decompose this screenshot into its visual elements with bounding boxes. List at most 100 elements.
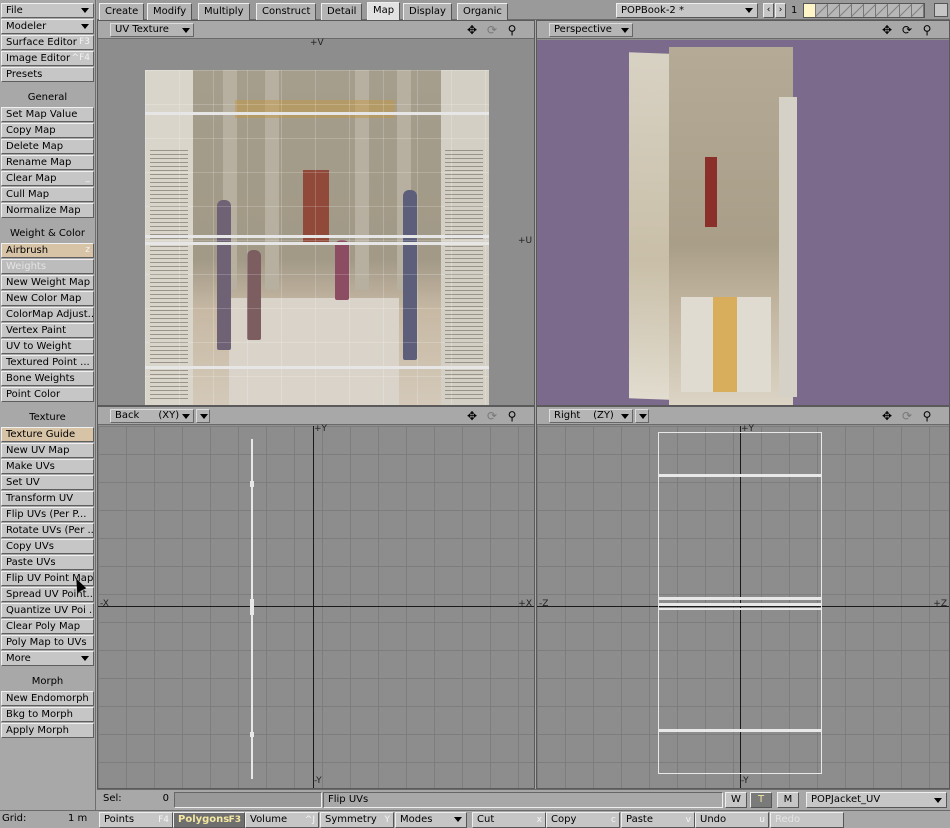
clear-map-button[interactable]: Clear Map _ <box>1 171 94 186</box>
paste-button[interactable]: Paste v <box>621 812 695 828</box>
flip-uvs-per-poly-button[interactable]: Flip UVs (Per P... <box>1 507 94 522</box>
tab-modify[interactable]: Modify <box>147 3 193 20</box>
transform-uv-button[interactable]: Transform UV <box>1 491 94 506</box>
uv-to-weight-button[interactable]: UV to Weight <box>1 339 94 354</box>
colormap-adjust-button[interactable]: ColorMap Adjust... <box>1 307 94 322</box>
texture-guide-button[interactable]: Texture Guide <box>1 427 94 442</box>
next-layer-icon[interactable]: › <box>775 3 786 18</box>
image-editor-button[interactable]: Image Editor ^F4 <box>1 51 94 66</box>
resize-corner-icon[interactable] <box>934 3 948 17</box>
new-endomorph-button[interactable]: New Endomorph <box>1 691 94 706</box>
layer-slot[interactable] <box>840 4 852 17</box>
move-view-icon[interactable]: ✥ <box>464 408 480 424</box>
poly-map-to-uvs-button[interactable]: Poly Map to UVs <box>1 635 94 650</box>
polygons-mode-button[interactable]: Polygons F3 <box>173 812 245 828</box>
new-uv-map-button[interactable]: New UV Map <box>1 443 94 458</box>
layer-slot[interactable] <box>804 4 816 17</box>
volume-mode-button[interactable]: Volume ^J <box>245 812 319 828</box>
tab-organic[interactable]: Organic <box>457 3 508 20</box>
morph-toggle[interactable]: M <box>777 792 799 808</box>
symmetry-button[interactable]: Symmetry Y <box>320 812 394 828</box>
scene-selector[interactable]: POPBook-2 * <box>616 3 758 18</box>
perspective-viewport[interactable]: Perspective ✥ ⟳ ⚲ <box>536 20 950 406</box>
tab-multiply[interactable]: Multiply <box>198 3 250 20</box>
rename-map-button[interactable]: Rename Map <box>1 155 94 170</box>
tab-map[interactable]: Map <box>367 2 401 20</box>
point-color-button[interactable]: Point Color <box>1 387 94 402</box>
view-type-select[interactable]: Right (ZY) <box>549 409 633 423</box>
cull-map-button[interactable]: Cull Map <box>1 187 94 202</box>
layer-slot[interactable] <box>912 4 924 17</box>
copy-uvs-button[interactable]: Copy UVs <box>1 539 94 554</box>
tab-construct[interactable]: Construct <box>256 3 317 20</box>
modes-dropdown[interactable]: Modes <box>395 812 467 828</box>
move-view-icon[interactable]: ✥ <box>879 22 895 38</box>
back-canvas[interactable]: +Y -Y -X +X <box>98 424 534 788</box>
tab-create[interactable]: Create <box>99 3 145 20</box>
back-viewport[interactable]: Back (XY) ✥ ⟳ ⚲ +Y -Y -X +X <box>97 406 535 789</box>
surface-editor-button[interactable]: Surface Editor F3 <box>1 35 94 50</box>
view-type-select[interactable]: Perspective <box>549 23 633 37</box>
tab-display[interactable]: Display <box>403 3 452 20</box>
layer-slot[interactable] <box>816 4 828 17</box>
rotate-view-icon[interactable]: ⟳ <box>484 22 500 38</box>
undo-button[interactable]: Undo u <box>695 812 769 828</box>
view-mode-dropdown[interactable] <box>635 409 649 423</box>
layer-slot[interactable] <box>900 4 912 17</box>
copy-button[interactable]: Copy c <box>546 812 620 828</box>
uv-canvas[interactable]: +V +U <box>98 38 534 405</box>
presets-button[interactable]: Presets <box>1 67 94 82</box>
bkg-to-morph-button[interactable]: Bkg to Morph <box>1 707 94 722</box>
prev-layer-icon[interactable]: ‹ <box>763 3 774 18</box>
more-menu[interactable]: More <box>1 651 94 666</box>
paste-uvs-button[interactable]: Paste UVs <box>1 555 94 570</box>
layer-slot[interactable] <box>876 4 888 17</box>
move-view-icon[interactable]: ✥ <box>879 408 895 424</box>
layer-slot[interactable] <box>852 4 864 17</box>
normalize-map-button[interactable]: Normalize Map <box>1 203 94 218</box>
rotate-uvs-per-poly-button[interactable]: Rotate UVs (Per ... <box>1 523 94 538</box>
modeler-menu[interactable]: Modeler <box>1 19 94 34</box>
weights-button[interactable]: Weights <box>1 259 94 274</box>
set-uv-button[interactable]: Set UV <box>1 475 94 490</box>
view-type-select[interactable]: UV Texture <box>110 23 194 37</box>
new-color-map-button[interactable]: New Color Map <box>1 291 94 306</box>
texture-toggle[interactable]: T <box>750 792 772 808</box>
zoom-view-icon[interactable]: ⚲ <box>504 22 520 38</box>
wireframe-toggle[interactable]: W <box>725 792 747 808</box>
uv-texture-viewport[interactable]: UV Texture ✥ ⟳ ⚲ +V +U <box>97 20 535 406</box>
layer-slot[interactable] <box>864 4 876 17</box>
airbrush-button[interactable]: Airbrush z <box>1 243 94 258</box>
zoom-view-icon[interactable]: ⚲ <box>919 22 935 38</box>
zoom-view-icon[interactable]: ⚲ <box>919 408 935 424</box>
quantize-uv-point-button[interactable]: Quantize UV Poi ... <box>1 603 94 618</box>
points-mode-button[interactable]: Points F4 <box>99 812 173 828</box>
file-menu[interactable]: File <box>1 3 94 18</box>
zoom-view-icon[interactable]: ⚲ <box>504 408 520 424</box>
redo-button[interactable]: Redo <box>770 812 844 828</box>
make-uvs-button[interactable]: Make UVs <box>1 459 94 474</box>
bone-weights-button[interactable]: Bone Weights <box>1 371 94 386</box>
delete-map-button[interactable]: Delete Map <box>1 139 94 154</box>
vertex-map-select[interactable]: POPJacket_UV <box>806 792 947 808</box>
layer-slot[interactable] <box>828 4 840 17</box>
layer-slot[interactable] <box>888 4 900 17</box>
tab-detail[interactable]: Detail <box>321 3 363 20</box>
vertex-paint-button[interactable]: Vertex Paint <box>1 323 94 338</box>
new-weight-map-button[interactable]: New Weight Map <box>1 275 94 290</box>
clear-poly-map-button[interactable]: Clear Poly Map <box>1 619 94 634</box>
right-viewport[interactable]: Right (ZY) ✥ ⟳ ⚲ +Y -Y -Z +Z <box>536 406 950 789</box>
copy-map-button[interactable]: Copy Map <box>1 123 94 138</box>
view-mode-dropdown[interactable] <box>196 409 210 423</box>
rotate-view-icon[interactable]: ⟳ <box>484 408 500 424</box>
textured-point-button[interactable]: Textured Point ... <box>1 355 94 370</box>
rotate-view-icon[interactable]: ⟳ <box>899 22 915 38</box>
view-type-select[interactable]: Back (XY) <box>110 409 194 423</box>
move-view-icon[interactable]: ✥ <box>464 22 480 38</box>
perspective-canvas[interactable] <box>537 40 949 405</box>
right-canvas[interactable]: +Y -Y -Z +Z <box>537 424 949 788</box>
apply-morph-button[interactable]: Apply Morph <box>1 723 94 738</box>
set-map-value-button[interactable]: Set Map Value <box>1 107 94 122</box>
rotate-view-icon[interactable]: ⟳ <box>899 408 915 424</box>
cut-button[interactable]: Cut x <box>472 812 546 828</box>
